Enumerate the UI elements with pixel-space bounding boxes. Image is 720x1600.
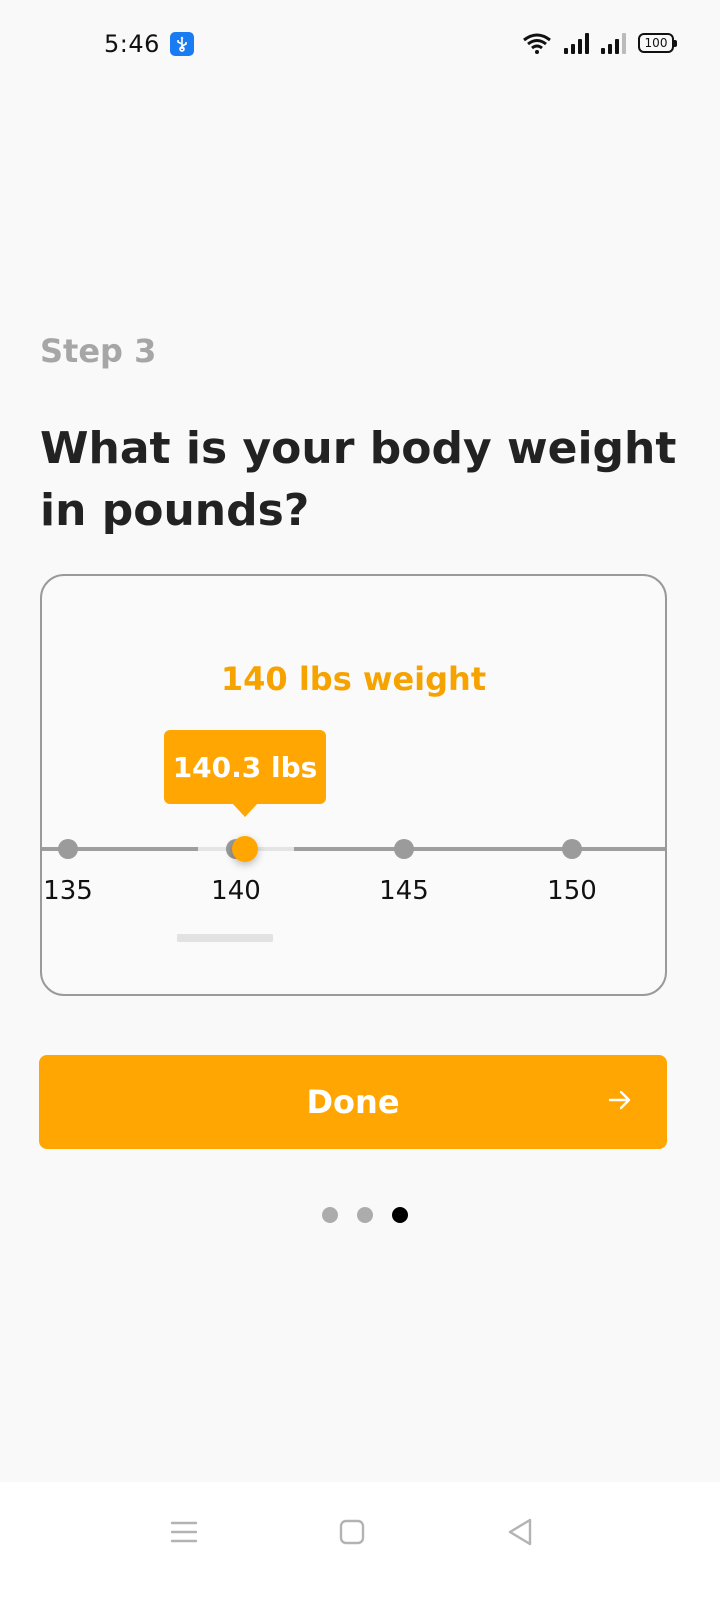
slider-tick-label: 140: [211, 876, 261, 906]
done-button[interactable]: Done: [39, 1055, 667, 1149]
page-dot: [322, 1207, 338, 1223]
step-label: Step 3: [40, 332, 157, 370]
slider-scroll-indicator[interactable]: [177, 934, 273, 942]
slider-thumb[interactable]: [232, 836, 258, 862]
wifi-icon: [523, 33, 551, 54]
slider-tick-dot[interactable]: [58, 839, 78, 859]
screen: 5:46 100 Step 3 What is your body weight…: [0, 0, 720, 1600]
slider-tick-dot[interactable]: [562, 839, 582, 859]
home-icon[interactable]: [332, 1512, 372, 1552]
status-icons: 100: [522, 32, 677, 54]
question-title: What is your body weight in pounds?: [40, 423, 677, 536]
status-bar: 5:46 100: [0, 0, 720, 92]
menu-icon[interactable]: [164, 1512, 204, 1552]
signal-icon: [564, 32, 589, 54]
navigation-bar: [0, 1482, 720, 1600]
slider-tick-label: 145: [379, 876, 429, 906]
done-button-label: Done: [306, 1083, 400, 1121]
status-time: 5:46: [104, 30, 160, 58]
page-dot-active: [392, 1207, 408, 1223]
back-icon[interactable]: [500, 1512, 540, 1552]
arrow-right-icon: [608, 1090, 631, 1110]
battery-icon: 100: [638, 33, 677, 53]
page-dot: [357, 1207, 373, 1223]
slider-tick-label: 150: [547, 876, 597, 906]
weight-slider-card: 140 lbs weight 140.3 lbs 135 140 145 150: [40, 574, 667, 996]
signal-icon: [601, 32, 626, 54]
weight-readout: 140 lbs weight: [220, 660, 487, 698]
slider-value-tooltip: 140.3 lbs: [164, 730, 326, 817]
page-indicator: [10, 1207, 720, 1223]
slider-tick-label: 135: [43, 876, 93, 906]
slider-tick-dot[interactable]: [394, 839, 414, 859]
slider-value-label: 140.3 lbs: [172, 750, 318, 784]
usb-icon: [170, 32, 194, 56]
